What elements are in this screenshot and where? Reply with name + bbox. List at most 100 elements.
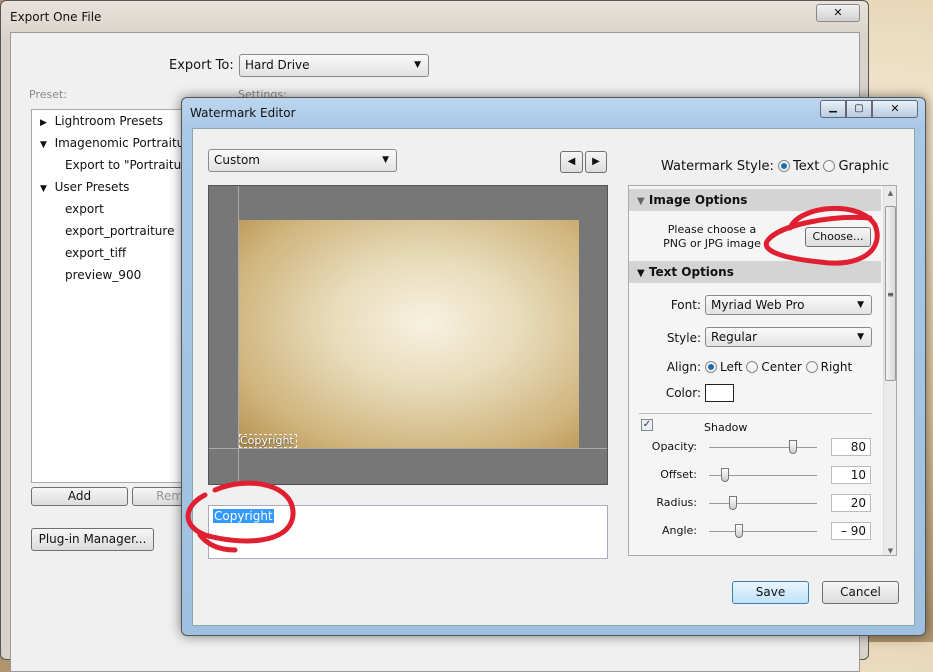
offset-input[interactable]: 10 (831, 466, 871, 484)
preset-item[interactable]: Export to "Portraiture (65, 158, 190, 172)
export-to-select[interactable]: Hard Drive ▼ (239, 54, 429, 77)
watermark-style-label: Watermark Style: (661, 159, 774, 174)
offset-slider[interactable] (709, 468, 817, 482)
scroll-up-icon[interactable]: ▲ (884, 186, 896, 200)
angle-input[interactable]: – 90 (831, 522, 871, 540)
hint-line: PNG or JPG image (663, 237, 761, 250)
collapse-icon: ▼ (637, 268, 645, 279)
color-swatch[interactable] (705, 384, 734, 402)
expand-icon: ▶ (40, 118, 47, 128)
preset-item[interactable]: export (65, 202, 104, 216)
slider-thumb[interactable] (735, 524, 743, 538)
slider-thumb[interactable] (721, 468, 729, 482)
window-title: Export One File (10, 10, 102, 24)
preset-item[interactable]: export_tiff (65, 246, 126, 260)
image-options-header[interactable]: ▼ Image Options (629, 189, 881, 211)
radius-label: Radius: (656, 496, 697, 509)
previous-button[interactable]: ◀ (560, 151, 583, 173)
chevron-down-icon: ▼ (857, 300, 864, 310)
maximize-button[interactable]: ▢ (846, 100, 872, 118)
preset-group[interactable]: ▶ Lightroom Presets (40, 114, 163, 128)
style-value: Regular (711, 330, 758, 344)
watermark-text-handle[interactable]: Copyright (239, 434, 297, 448)
add-preset-button[interactable]: Add (31, 487, 128, 506)
save-button[interactable]: Save (732, 581, 809, 604)
cancel-button[interactable]: Cancel (822, 581, 899, 604)
preset-list[interactable]: ▶ Lightroom Presets ▼ Imagenomic Portrai… (31, 109, 191, 483)
shadow-label: Shadow (704, 421, 748, 434)
choose-image-button[interactable]: Choose... (805, 227, 871, 247)
watermark-preview: Copyright (208, 185, 608, 485)
preset-group[interactable]: ▼ User Presets (40, 180, 129, 194)
offset-label: Offset: (660, 468, 697, 481)
preset-label: Lightroom Presets (54, 114, 164, 128)
preset-item[interactable]: export_portraiture (65, 224, 174, 238)
radius-input[interactable]: 20 (831, 494, 871, 512)
font-label: Font: (670, 298, 701, 312)
angle-label: Angle: (661, 524, 697, 537)
opacity-input[interactable]: 80 (831, 438, 871, 456)
angle-slider[interactable] (709, 524, 817, 538)
color-label: Color: (665, 386, 701, 400)
selected-text: Copyright (213, 509, 274, 523)
font-select[interactable]: Myriad Web Pro ▼ (705, 295, 872, 315)
preset-group[interactable]: ▼ Imagenomic Portraitu (40, 136, 184, 150)
chevron-down-icon: ▼ (857, 332, 864, 342)
style-label: Style: (666, 331, 701, 345)
radius-slider[interactable] (709, 496, 817, 510)
chevron-down-icon: ▼ (382, 155, 389, 165)
window-controls: ▁ ▢ ✕ (820, 100, 920, 118)
dialog-title: Watermark Editor (190, 106, 296, 120)
slider-thumb[interactable] (789, 440, 797, 454)
align-right-radio[interactable]: Right (805, 360, 853, 374)
font-value: Myriad Web Pro (711, 298, 805, 312)
watermark-text-input[interactable]: Copyright (208, 505, 608, 559)
collapse-icon: ▼ (40, 140, 47, 150)
text-options-header[interactable]: ▼ Text Options (629, 261, 881, 283)
style-text-radio[interactable]: Text (778, 159, 819, 174)
preset-value: Custom (214, 153, 260, 167)
divider (639, 413, 872, 414)
collapse-icon: ▼ (637, 196, 645, 207)
align-center-radio[interactable]: Center (746, 360, 802, 374)
style-select[interactable]: Regular ▼ (705, 327, 872, 347)
hint-line: Please choose a (667, 223, 757, 236)
radio-label: Text (793, 159, 820, 174)
options-scrollbar[interactable]: ▲ ≡ ▼ (883, 186, 896, 555)
preview-photo (239, 220, 579, 448)
minimize-button[interactable]: ▁ (820, 100, 846, 118)
style-graphic-radio[interactable]: Graphic (823, 159, 889, 174)
opacity-label: Opacity: (651, 440, 697, 453)
close-button[interactable]: ✕ (872, 100, 918, 118)
collapse-icon: ▼ (40, 184, 47, 194)
align-left-radio[interactable]: Left (705, 360, 743, 374)
image-hint: Please choose a PNG or JPG image (657, 223, 767, 251)
scrollbar-thumb[interactable]: ≡ (885, 206, 896, 381)
export-to-label: Export To: (169, 58, 234, 73)
close-button[interactable]: ✕ (816, 4, 860, 22)
arrow-left-icon: ◀ (567, 156, 576, 167)
shadow-checkbox[interactable]: ✓ (641, 419, 653, 431)
align-group: Left Center Right (705, 360, 852, 374)
next-button[interactable]: ▶ (585, 151, 607, 173)
guide-horizontal (209, 448, 607, 449)
preset-label: User Presets (54, 180, 130, 194)
radio-label: Graphic (838, 159, 890, 174)
plugin-manager-button[interactable]: Plug-in Manager... (31, 528, 154, 551)
opacity-slider[interactable] (709, 440, 817, 454)
watermark-preset-select[interactable]: Custom ▼ (208, 149, 397, 172)
watermark-style-group: Watermark Style: Text Graphic (661, 159, 889, 174)
radio-label: Left (720, 360, 743, 374)
radio-label: Right (820, 360, 853, 374)
align-label: Align: (666, 360, 701, 374)
preset-item[interactable]: preview_900 (65, 268, 141, 282)
chevron-down-icon: ▼ (414, 60, 421, 70)
section-title: Image Options (648, 193, 748, 207)
options-panel: ▼ Image Options Please choose a PNG or JP… (628, 185, 897, 556)
preset-label: Preset: (29, 88, 68, 101)
scroll-down-icon[interactable]: ▼ (884, 547, 896, 555)
arrow-right-icon: ▶ (592, 156, 600, 167)
slider-thumb[interactable] (729, 496, 737, 510)
preset-label: Imagenomic Portraitu (54, 136, 185, 150)
radio-label: Center (761, 360, 802, 374)
